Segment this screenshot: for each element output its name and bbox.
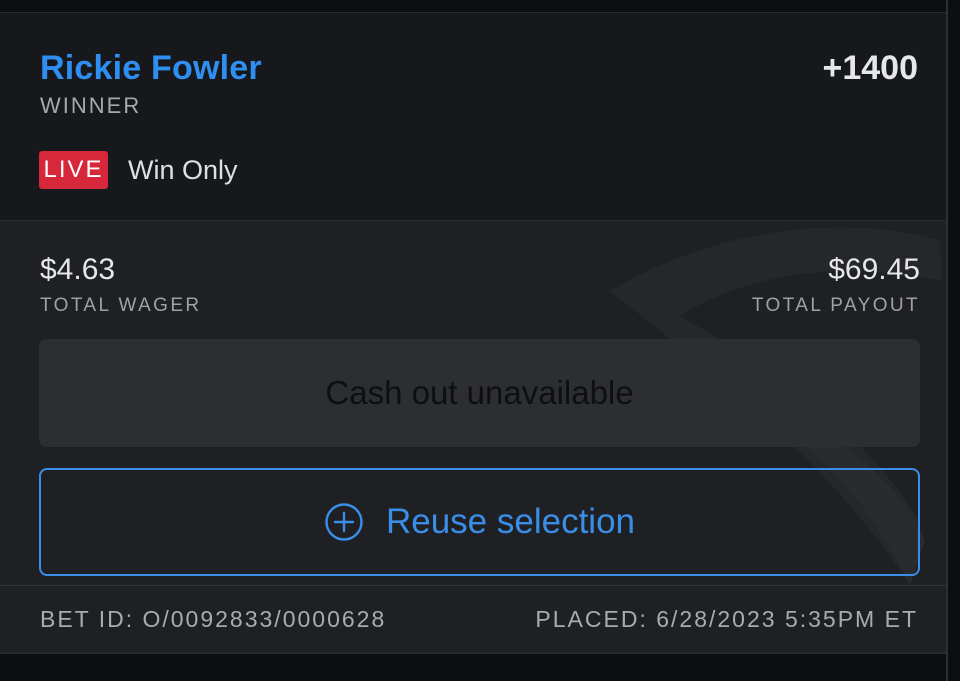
reuse-selection-label: Reuse selection [385,502,636,541]
plus-circle-icon [324,502,364,542]
bet-card: Rickie Fowler +1400 WINNER LIVE Win Only… [0,12,946,653]
next-card-edge [0,652,946,681]
bet-slip-screen: Rickie Fowler +1400 WINNER LIVE Win Only… [0,0,960,681]
bet-type-label: Win Only [128,155,238,185]
total-wager-amount: $4.63 [40,253,116,286]
bet-footer: BET ID: O/0092833/0000628 PLACED: 6/28/2… [0,585,946,653]
bet-id: BET ID: O/0092833/0000628 [40,606,387,632]
total-payout-amount: $69.45 [828,253,920,286]
selection-odds: +1400 [822,49,919,87]
selection-name[interactable]: Rickie Fowler [40,49,262,88]
scroll-edge [946,0,960,681]
bet-details-panel: $4.63 TOTAL WAGER $69.45 TOTAL PAYOUT Ca… [0,221,946,585]
total-payout-label: TOTAL PAYOUT [751,295,920,316]
total-wager-label: TOTAL WAGER [40,295,202,316]
bet-selection-header: Rickie Fowler +1400 WINNER LIVE Win Only [0,13,946,221]
reuse-selection-button[interactable]: Reuse selection [39,468,920,576]
market-name: WINNER [40,93,142,118]
live-badge: LIVE [39,151,108,189]
placed-timestamp: PLACED: 6/28/2023 5:35PM ET [535,606,918,632]
cash-out-button: Cash out unavailable [39,339,920,447]
